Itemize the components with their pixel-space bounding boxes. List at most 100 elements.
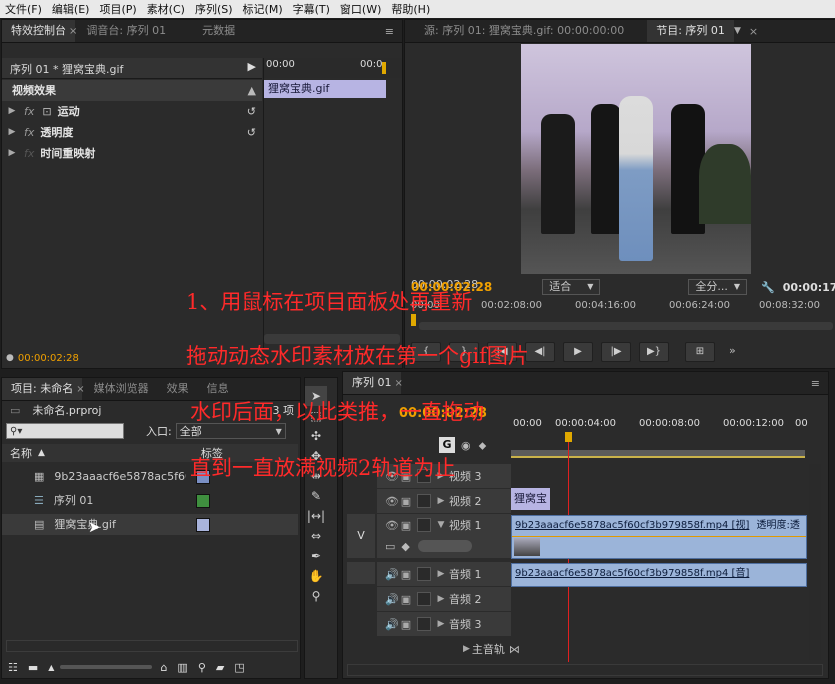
label-swatch[interactable]: [196, 517, 211, 532]
export-frame-icon[interactable]: ⊞: [685, 342, 715, 362]
marker-icon[interactable]: ◉: [461, 435, 471, 456]
ripple-edit-icon[interactable]: ✣: [305, 426, 327, 446]
timeline-playhead[interactable]: [565, 432, 572, 442]
track-header-audio-3[interactable]: 🔊 ▣ ▶ 音频 3: [377, 612, 511, 636]
search-input[interactable]: ⚲▾: [6, 423, 124, 439]
display-style-icon[interactable]: ▭: [385, 536, 395, 557]
expand-icon[interactable]: ▶: [463, 639, 470, 660]
slip-icon[interactable]: |↔|: [305, 506, 327, 526]
project-scrollbar[interactable]: [6, 640, 298, 652]
effect-row-motion[interactable]: ▶ fx ⊡ 运动 ↺: [2, 101, 262, 122]
tab-source[interactable]: 源: 序列 01: 狸窝宝典.gif: 00:00:00:00: [415, 20, 633, 42]
keyframe-icon[interactable]: ◆: [401, 536, 409, 557]
expand-icon[interactable]: ▶: [6, 101, 18, 122]
icon-view-icon[interactable]: ▬: [28, 657, 38, 678]
monitor-zoom-bar[interactable]: [419, 322, 833, 330]
menu-clip[interactable]: 素材(C): [142, 1, 190, 17]
lock-icon[interactable]: ▣: [399, 491, 413, 512]
target-box[interactable]: [417, 494, 431, 508]
lock-icon[interactable]: ▣: [399, 515, 413, 536]
slide-icon[interactable]: ⇔: [305, 526, 327, 546]
project-item[interactable]: ▤ 狸窝宝典.gif: [2, 514, 298, 535]
tab-audio-mixer[interactable]: 调音台: 序列 01: [77, 20, 175, 42]
play-button[interactable]: ▶: [563, 342, 593, 362]
opacity-line[interactable]: [512, 536, 806, 537]
keyframe-nav[interactable]: [417, 540, 472, 552]
track-header-audio-1[interactable]: 🔊 ▣ ▶ 音频 1: [377, 562, 511, 586]
step-back-icon[interactable]: ◀|: [525, 342, 555, 362]
menu-file[interactable]: 文件(F): [0, 1, 47, 17]
expand-icon[interactable]: ▶: [435, 614, 447, 635]
track-header-audio-2[interactable]: 🔊 ▣ ▶ 音频 2: [377, 587, 511, 611]
track-header-video-1[interactable]: 👁 ▣ ▼ 视频 1 ▭ ◆: [377, 514, 511, 558]
track-header-video-2[interactable]: 👁 ▣ ▶ 视频 2: [377, 489, 511, 513]
tab-metadata[interactable]: 元数据: [193, 20, 244, 42]
effect-timecode[interactable]: 00:00:02:28: [18, 353, 79, 364]
speaker-icon[interactable]: 🔊: [385, 614, 399, 635]
eye-icon[interactable]: 👁: [385, 491, 399, 512]
close-icon[interactable]: ×: [395, 378, 403, 389]
find-icon[interactable]: ⚲: [198, 657, 206, 678]
transform-icon[interactable]: ⊡: [42, 101, 51, 122]
col-name[interactable]: 名称: [10, 443, 32, 464]
target-box[interactable]: [417, 567, 431, 581]
lock-icon[interactable]: ▣: [399, 614, 413, 635]
close-icon[interactable]: ×: [749, 25, 758, 38]
expand-icon[interactable]: ▶: [435, 564, 447, 585]
clip-gif[interactable]: 狸窝宝: [511, 488, 550, 510]
effect-row-opacity[interactable]: ▶ fx 透明度 ↺: [2, 122, 262, 143]
zoom-out-icon[interactable]: ▲: [48, 657, 54, 678]
new-item-icon[interactable]: ◳: [234, 657, 244, 678]
clip-video-1[interactable]: 9b23aaacf6e5878ac5f60cf3b979858f.mp4 [视]…: [511, 515, 807, 559]
zoom-tool-icon[interactable]: ⚲: [305, 586, 327, 606]
panel-menu-icon[interactable]: ≡: [385, 25, 394, 38]
more-icon[interactable]: »: [729, 342, 736, 362]
menu-sequence[interactable]: 序列(S): [190, 1, 238, 17]
monitor-ruler[interactable]: 00:00 00:02:08:00 00:04:16:00 00:06:24:0…: [411, 300, 835, 314]
expand-icon[interactable]: ▶: [435, 491, 447, 512]
reset-icon[interactable]: ↺: [247, 101, 256, 122]
step-forward-icon[interactable]: |▶: [601, 342, 631, 362]
target-box[interactable]: [417, 518, 431, 532]
speaker-icon[interactable]: 🔊: [385, 564, 399, 585]
sort-up-icon[interactable]: ▲: [38, 443, 45, 464]
razor-icon[interactable]: ✎: [305, 486, 327, 506]
reset-icon[interactable]: ↺: [247, 122, 256, 143]
close-icon[interactable]: ×: [69, 26, 77, 37]
automate-icon[interactable]: ▥: [177, 657, 187, 678]
lock-icon[interactable]: ▣: [399, 564, 413, 585]
zoom-in-icon[interactable]: ⌂: [160, 657, 167, 678]
new-bin-icon[interactable]: ▰: [216, 657, 224, 678]
add-marker-icon[interactable]: ⬥: [479, 435, 487, 456]
timeline-vscrollbar[interactable]: [809, 464, 821, 660]
snap-icon[interactable]: G: [439, 437, 455, 453]
playhead-marker[interactable]: [382, 62, 386, 74]
lock-icon[interactable]: ▣: [399, 589, 413, 610]
expand-icon[interactable]: ▶: [435, 589, 447, 610]
effect-clip[interactable]: 狸窝宝典.gif: [264, 80, 386, 98]
wrench-icon[interactable]: 🔧: [761, 277, 775, 298]
tab-program[interactable]: 节目: 序列 01: [647, 20, 734, 42]
panel-menu-icon[interactable]: ≡: [811, 377, 820, 390]
expand-icon[interactable]: ▶: [6, 143, 18, 164]
hand-icon[interactable]: ✋: [305, 566, 327, 586]
tab-media-browser[interactable]: 媒体浏览器: [85, 378, 158, 400]
work-area-bar[interactable]: [511, 450, 805, 458]
timeline-ruler[interactable]: 00:00 00:00:04:00 00:00:08:00 00:00:12:0…: [511, 416, 808, 432]
target-box[interactable]: [417, 592, 431, 606]
pen-icon[interactable]: ✒: [305, 546, 327, 566]
track-header-master[interactable]: ▶ 主音轨 ⋈: [377, 638, 520, 660]
target-box[interactable]: [417, 617, 431, 631]
project-item[interactable]: ☰ 序列 01: [2, 490, 298, 511]
play-only-icon[interactable]: ▶: [248, 60, 256, 73]
menu-title[interactable]: 字幕(T): [288, 1, 335, 17]
collapse-icon[interactable]: ▲: [248, 80, 256, 101]
label-swatch[interactable]: [195, 493, 210, 508]
goto-out-icon[interactable]: ▶}: [639, 342, 669, 362]
source-patch-v[interactable]: V: [347, 514, 375, 558]
effect-row-time-remap[interactable]: ▶ fx 时间重映射: [2, 143, 262, 164]
video-preview[interactable]: [521, 44, 751, 274]
tab-project[interactable]: 项目: 未命名: [2, 378, 83, 400]
collapse-icon[interactable]: ▼: [435, 515, 447, 536]
resolution-select[interactable]: 全分... ▼: [688, 279, 748, 295]
